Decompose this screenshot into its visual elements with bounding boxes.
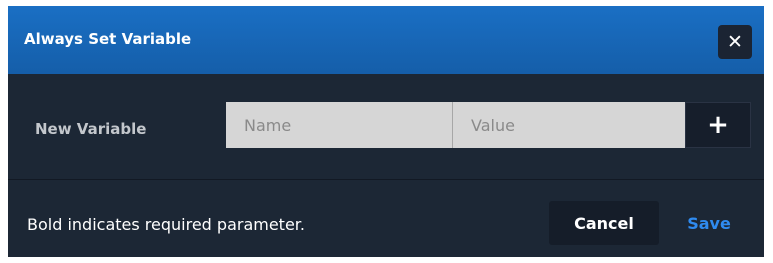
footer-divider	[8, 179, 764, 180]
new-variable-label: New Variable	[35, 120, 147, 138]
dialog-header: Always Set Variable ✕	[8, 6, 764, 74]
variable-name-input[interactable]	[226, 102, 453, 148]
always-set-variable-dialog: Always Set Variable ✕ New Variable + Bol…	[8, 6, 764, 257]
save-button[interactable]: Save	[670, 201, 748, 245]
dialog-title: Always Set Variable	[24, 30, 192, 48]
close-button[interactable]: ✕	[718, 25, 752, 59]
close-icon: ✕	[727, 31, 743, 53]
variable-value-input[interactable]	[453, 102, 685, 148]
plus-icon: +	[707, 110, 729, 140]
required-parameter-note: Bold indicates required parameter.	[27, 215, 305, 234]
cancel-button[interactable]: Cancel	[549, 201, 659, 245]
add-variable-button[interactable]: +	[685, 102, 751, 148]
